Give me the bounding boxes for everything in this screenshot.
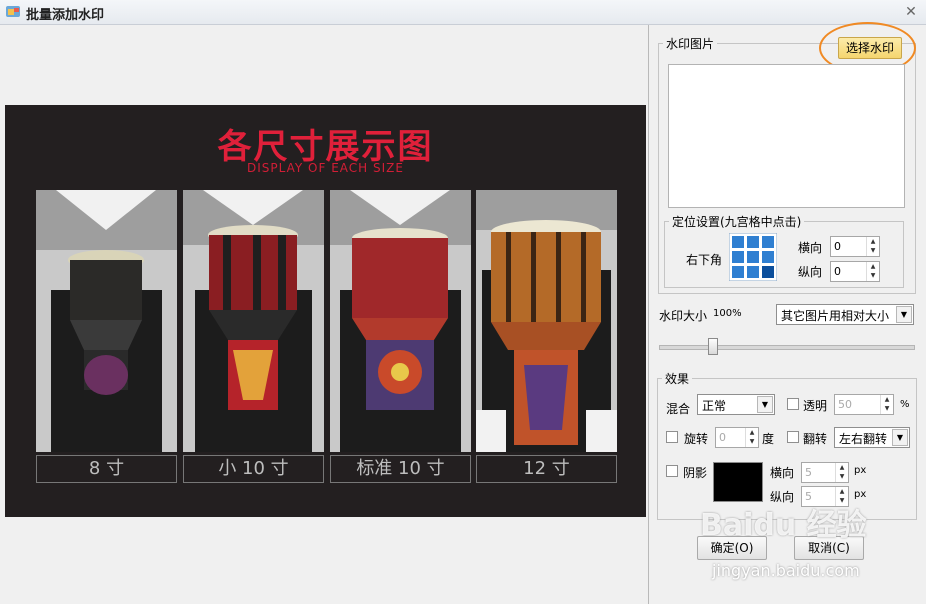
rotate-value: 0 bbox=[719, 431, 726, 444]
spin-arrows-icon[interactable]: ▲ ▼ bbox=[880, 395, 893, 414]
baidu-watermark-logo: Baidu 经验 bbox=[700, 508, 867, 543]
blend-label: 混合 bbox=[666, 402, 691, 416]
px-unit: px bbox=[854, 465, 867, 476]
image-subtitle: DISPLAY OF EACH SIZE bbox=[247, 161, 404, 175]
transparency-value: 50 bbox=[838, 398, 852, 411]
spin-arrows-icon[interactable]: ▲ ▼ bbox=[745, 428, 758, 447]
degree-unit: 度 bbox=[762, 432, 775, 446]
flip-label: 翻转 bbox=[803, 432, 828, 446]
drum-photo-standard-10 bbox=[330, 190, 471, 452]
horizontal-label: 横向 bbox=[798, 241, 823, 255]
position-legend: 定位设置(九宫格中点击) bbox=[672, 215, 802, 229]
caption-12: 12 寸 bbox=[476, 455, 617, 483]
caption-small-10: 小 10 寸 bbox=[183, 455, 324, 483]
app-icon bbox=[6, 6, 20, 17]
percent-unit: % bbox=[900, 399, 910, 410]
close-icon[interactable]: ✕ bbox=[902, 3, 920, 21]
spin-arrows-icon[interactable]: ▲ ▼ bbox=[866, 262, 879, 281]
shadow-horizontal-input[interactable]: 5 ▲ ▼ bbox=[801, 462, 849, 483]
chevron-down-icon[interactable]: ▼ bbox=[892, 429, 908, 446]
position-value: 右下角 bbox=[686, 253, 723, 267]
caption-standard-10: 标准 10 寸 bbox=[330, 455, 471, 483]
title-bar: 批量添加水印 ✕ bbox=[0, 0, 926, 25]
shadow-checkbox[interactable] bbox=[666, 465, 678, 477]
flip-checkbox[interactable] bbox=[787, 431, 799, 443]
watermark-preview-box bbox=[668, 64, 905, 208]
spin-arrows-icon[interactable]: ▲ ▼ bbox=[835, 463, 848, 482]
shadow-label: 阴影 bbox=[683, 466, 708, 480]
shadow-color-swatch[interactable] bbox=[713, 462, 763, 502]
rotate-input[interactable]: 0 ▲ ▼ bbox=[715, 427, 759, 448]
flip-value: 左右翻转 bbox=[839, 432, 888, 446]
horizontal-offset-input[interactable]: 0 ▲ ▼ bbox=[830, 236, 880, 257]
shadow-horizontal-value: 5 bbox=[805, 466, 812, 479]
px-unit: px bbox=[854, 489, 867, 500]
size-mode-select[interactable]: 其它图片用相对大小 ▼ bbox=[776, 304, 914, 325]
vertical-offset-value: 0 bbox=[834, 265, 841, 278]
size-slider-track[interactable] bbox=[659, 345, 915, 350]
drum-photo-small-10 bbox=[183, 190, 324, 452]
rotate-checkbox[interactable] bbox=[666, 431, 678, 443]
vertical-label: 纵向 bbox=[798, 265, 823, 279]
chevron-down-icon[interactable]: ▼ bbox=[757, 396, 773, 413]
drum-photo-12 bbox=[476, 190, 617, 452]
preview-area: 各尺寸展示图 DISPLAY OF EACH SIZE 8 寸 小 10 寸 标… bbox=[0, 25, 649, 604]
transparency-input[interactable]: 50 ▲ ▼ bbox=[834, 394, 894, 415]
spin-arrows-icon[interactable]: ▲ ▼ bbox=[866, 237, 879, 256]
baidu-watermark-url: jingyan.baidu.com bbox=[712, 561, 860, 580]
size-value: 100% bbox=[713, 308, 742, 319]
size-mode-value: 其它图片用相对大小 bbox=[781, 309, 890, 323]
drum-photo-8 bbox=[36, 190, 177, 452]
effects-legend: 效果 bbox=[665, 372, 690, 386]
watermark-image-legend: 水印图片 bbox=[666, 37, 715, 51]
blend-select[interactable]: 正常 ▼ bbox=[697, 394, 775, 415]
size-slider-thumb[interactable] bbox=[708, 338, 718, 355]
flip-select[interactable]: 左右翻转 ▼ bbox=[834, 427, 910, 448]
horizontal-offset-value: 0 bbox=[834, 240, 841, 253]
vertical-offset-input[interactable]: 0 ▲ ▼ bbox=[830, 261, 880, 282]
caption-8: 8 寸 bbox=[36, 455, 177, 483]
rotate-label: 旋转 bbox=[684, 432, 709, 446]
chevron-down-icon[interactable]: ▼ bbox=[896, 306, 912, 323]
nine-grid-selector[interactable] bbox=[728, 232, 778, 282]
blend-value: 正常 bbox=[702, 399, 727, 413]
window-title: 批量添加水印 bbox=[26, 8, 105, 23]
transparency-checkbox[interactable] bbox=[787, 398, 799, 410]
select-watermark-button[interactable]: 选择水印 bbox=[838, 37, 902, 59]
preview-image: 各尺寸展示图 DISPLAY OF EACH SIZE 8 寸 小 10 寸 标… bbox=[5, 105, 646, 517]
transparency-label: 透明 bbox=[803, 399, 828, 413]
size-label: 水印大小 bbox=[659, 309, 708, 323]
shadow-horizontal-label: 横向 bbox=[770, 466, 795, 480]
